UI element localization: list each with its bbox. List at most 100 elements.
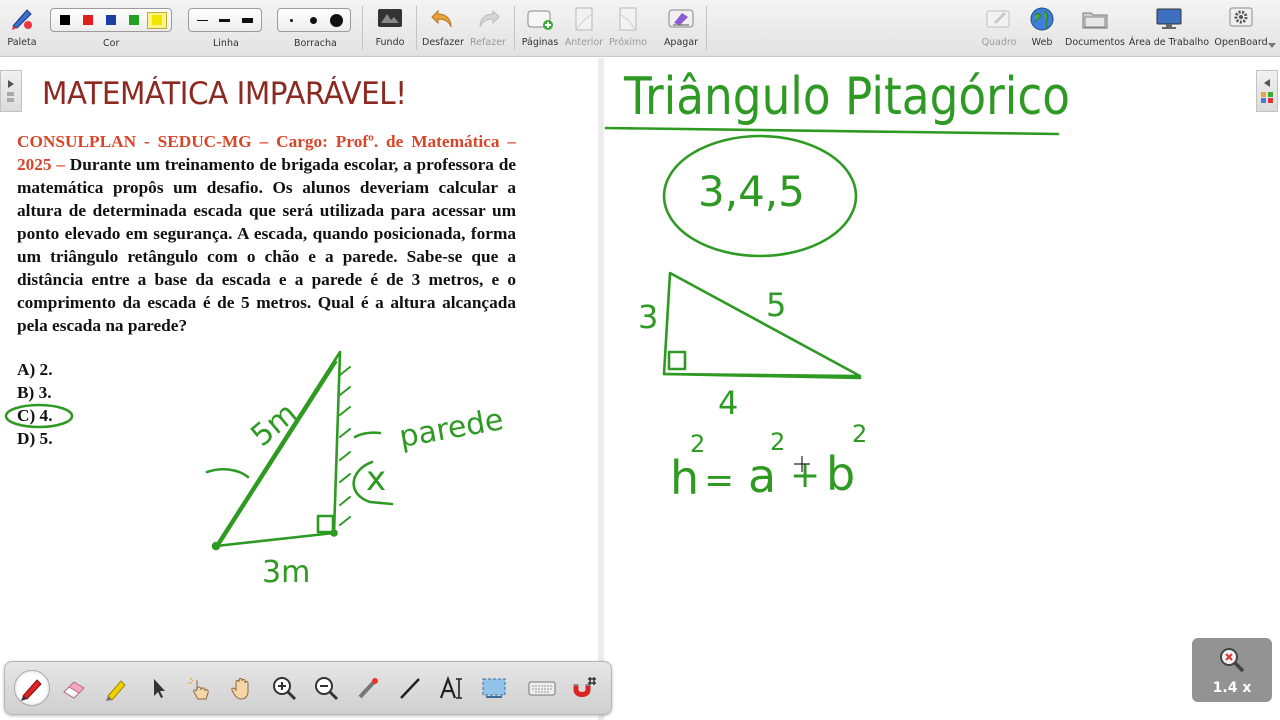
laser-pointer-tool[interactable]	[350, 670, 386, 706]
zoom-level-label: 1.4 x	[1212, 680, 1252, 696]
toolbar-separator	[362, 6, 363, 50]
undo-button[interactable]: Desfazer	[422, 2, 465, 54]
question-body: Durante um treinamento de brigada escola…	[17, 155, 516, 335]
background-label: Fundo	[375, 37, 405, 48]
pages-icon	[7, 91, 14, 102]
next-page-icon	[614, 5, 642, 33]
option-d: D) 5.	[17, 429, 53, 448]
palette-button[interactable]: Paleta	[4, 2, 40, 54]
eraser-large-option[interactable]	[327, 12, 346, 29]
library-palette-tab-left[interactable]	[0, 70, 22, 112]
zoom-indicator[interactable]: 1.4 x	[1192, 638, 1272, 702]
magnet-tool[interactable]	[566, 670, 602, 706]
board-mode-label: Quadro	[981, 37, 1017, 48]
background-button[interactable]: Fundo	[372, 2, 408, 54]
document-title: MATEMÁTICA IMPARÁVEL!	[42, 76, 407, 112]
library-palette-tab-right[interactable]	[1256, 70, 1278, 112]
color-red-swatch[interactable]	[78, 12, 98, 29]
previous-page-icon	[570, 5, 598, 33]
zoom-in-tool[interactable]	[266, 670, 302, 706]
web-label: Web	[1031, 37, 1053, 48]
color-black-swatch[interactable]	[55, 12, 75, 29]
text-tool[interactable]	[434, 670, 470, 706]
hand-pointer-icon	[188, 677, 209, 700]
line-width-picker	[188, 8, 262, 32]
chevron-down-icon[interactable]	[1268, 43, 1276, 49]
option-b: B) 3.	[17, 383, 52, 402]
undo-label: Desfazer	[422, 37, 465, 48]
redo-button[interactable]: Refazer	[470, 2, 506, 54]
erase-all-label: Apagar	[663, 37, 699, 48]
color-green-swatch[interactable]	[124, 12, 144, 29]
line-icon	[400, 678, 420, 699]
stylus-tools-dock	[4, 661, 612, 715]
pen-tool[interactable]	[14, 670, 50, 706]
board-page-right[interactable]	[604, 58, 1280, 720]
desktop-button[interactable]: Área de Trabalho	[1128, 2, 1210, 54]
board-mode-button[interactable]: Quadro	[980, 2, 1018, 54]
add-page-icon	[526, 5, 554, 33]
erase-all-icon	[667, 5, 695, 33]
previous-page-label: Anterior	[564, 37, 604, 48]
eraser-label: Borracha	[294, 38, 337, 49]
eraser-medium-option[interactable]	[304, 12, 323, 29]
interact-tool[interactable]	[182, 670, 218, 706]
toolbar-separator	[514, 6, 515, 50]
keyboard-icon	[528, 681, 556, 696]
laser-pointer-icon	[358, 678, 378, 699]
globe-icon	[1028, 5, 1056, 33]
eraser-tool[interactable]	[56, 670, 92, 706]
highlighter-tool[interactable]	[98, 670, 134, 706]
desktop-icon	[1155, 5, 1183, 33]
palette-label: Paleta	[7, 37, 37, 48]
openboard-label: OpenBoard	[1214, 37, 1268, 48]
line-medium-option[interactable]	[215, 12, 234, 29]
zoom-out-tool[interactable]	[308, 670, 344, 706]
previous-page-button[interactable]: Anterior	[564, 2, 604, 54]
line-tool[interactable]	[392, 670, 428, 706]
color-label: Cor	[103, 38, 120, 49]
zoom-in-icon	[273, 677, 297, 701]
next-page-button[interactable]: Próximo	[608, 2, 648, 54]
hand-tool[interactable]	[224, 670, 260, 706]
background-icon	[376, 5, 404, 33]
web-button[interactable]: Web	[1024, 2, 1060, 54]
hand-icon	[231, 678, 249, 700]
folder-icon	[1081, 5, 1109, 33]
arrow-right-icon	[8, 79, 14, 88]
next-page-label: Próximo	[608, 37, 648, 48]
selector-tool[interactable]	[140, 670, 176, 706]
magnet-icon	[573, 677, 596, 697]
documents-button[interactable]: Documentos	[1065, 2, 1125, 54]
line-thin-option[interactable]	[193, 12, 212, 29]
color-yellow-swatch[interactable]	[146, 11, 168, 29]
redo-icon	[474, 5, 502, 33]
color-blue-swatch[interactable]	[101, 12, 121, 29]
arrow-left-icon	[1264, 78, 1270, 87]
board-icon	[985, 5, 1013, 33]
zoom-out-icon	[315, 677, 339, 701]
capture-icon	[482, 678, 506, 698]
documents-label: Documentos	[1065, 37, 1125, 48]
virtual-keyboard-tool[interactable]	[524, 670, 560, 706]
openboard-menu-button[interactable]: OpenBoard	[1212, 2, 1270, 54]
arrow-pointer-icon	[154, 679, 165, 698]
eraser-icon	[63, 681, 85, 699]
desktop-label: Área de Trabalho	[1128, 37, 1210, 48]
option-a: A) 2.	[17, 360, 53, 379]
color-picker	[50, 8, 172, 32]
redo-label: Refazer	[470, 37, 506, 48]
line-label: Linha	[213, 38, 239, 49]
library-icon	[1261, 91, 1273, 103]
erase-all-button[interactable]: Apagar	[662, 2, 700, 54]
eraser-size-picker	[277, 8, 351, 32]
line-thick-option[interactable]	[238, 12, 257, 29]
highlighter-icon	[106, 680, 126, 701]
eraser-small-option[interactable]	[282, 12, 301, 29]
capture-tool[interactable]	[476, 670, 512, 706]
pages-button[interactable]: Páginas	[521, 2, 559, 54]
zoom-icon	[1220, 648, 1245, 673]
text-icon	[439, 675, 462, 699]
toolbar-separator	[706, 6, 707, 50]
main-toolbar: Paleta Cor Linha Borracha Fundo Desfazer	[0, 0, 1280, 57]
